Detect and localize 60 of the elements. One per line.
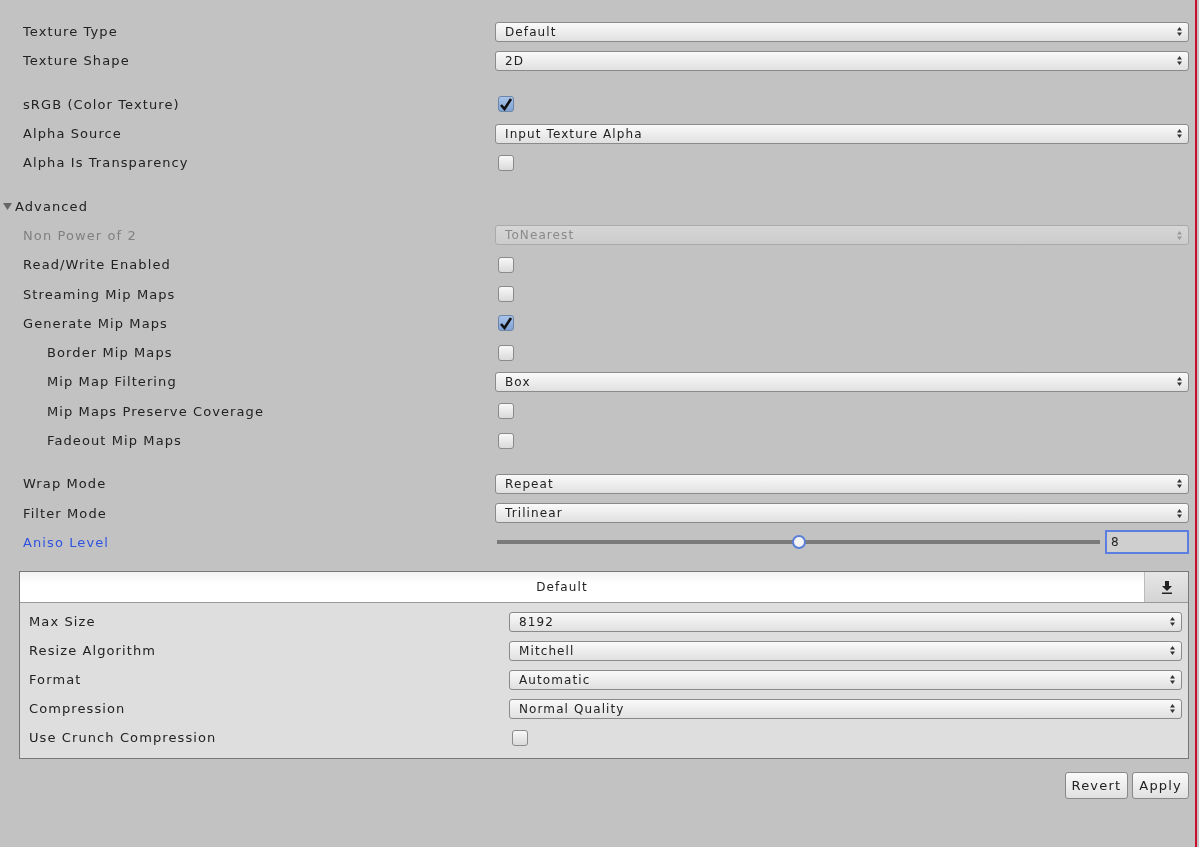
dropdown[interactable]: Repeat <box>495 473 1189 494</box>
dropdown[interactable]: Mitchell <box>509 640 1182 661</box>
field-label: Wrap Mode <box>23 476 107 492</box>
triangle-icon <box>3 201 12 211</box>
field-label: Mip Maps Preserve Coverage <box>47 403 265 419</box>
dropdown[interactable]: 2D <box>495 50 1189 71</box>
checkbox[interactable] <box>498 432 514 449</box>
up-down-arrow-icon <box>1177 377 1182 387</box>
up-down-arrow-icon <box>1170 646 1175 656</box>
checkbox[interactable] <box>498 96 514 113</box>
download-button[interactable] <box>1144 572 1188 603</box>
dropdown[interactable]: Normal Quality <box>509 698 1182 719</box>
dropdown[interactable]: Automatic <box>509 669 1182 690</box>
dropdown[interactable]: Input Texture Alpha <box>495 123 1189 144</box>
field-label: Alpha Source <box>23 126 122 142</box>
dropdown[interactable]: Box <box>495 371 1189 392</box>
up-down-arrow-icon <box>1170 617 1175 627</box>
action-button[interactable]: Apply <box>1132 772 1189 800</box>
slider-thumb[interactable] <box>791 535 806 550</box>
checkbox[interactable] <box>498 256 514 273</box>
field-label: Format <box>29 672 82 688</box>
up-down-arrow-icon <box>1170 704 1175 714</box>
up-down-arrow-icon <box>1177 230 1182 240</box>
up-down-arrow-icon <box>1177 27 1182 37</box>
field-label: Advanced <box>15 198 88 214</box>
up-down-arrow-icon <box>1177 56 1182 66</box>
field-label: Alpha Is Transparency <box>23 155 189 171</box>
field-label: Border Mip Maps <box>47 345 173 361</box>
up-down-arrow-icon <box>1177 508 1182 518</box>
up-down-arrow-icon <box>1177 479 1182 489</box>
dropdown[interactable]: Default <box>495 21 1189 42</box>
field-label: Streaming Mip Maps <box>23 286 176 302</box>
field-label: Generate Mip Maps <box>23 315 168 331</box>
field-label: Compression <box>29 701 126 717</box>
number-field[interactable]: 8 <box>1105 530 1189 555</box>
action-button[interactable]: Revert <box>1064 772 1129 800</box>
field-label: Use Crunch Compression <box>29 730 217 746</box>
down-arrow-icon <box>1160 580 1173 594</box>
field-label: Mip Map Filtering <box>47 374 177 390</box>
field-label: Filter Mode <box>23 505 107 521</box>
field-label: Non Power of 2 <box>23 227 137 243</box>
field-label: Texture Shape <box>23 53 130 69</box>
checkbox[interactable] <box>498 286 514 302</box>
field-label: Resize Algorithm <box>29 643 157 659</box>
checkbox[interactable] <box>498 315 514 332</box>
checkbox[interactable] <box>498 344 514 361</box>
checkbox[interactable] <box>498 154 514 171</box>
field-label: Texture Type <box>23 24 118 40</box>
up-down-arrow-icon <box>1170 675 1175 685</box>
checkbox[interactable] <box>498 403 514 420</box>
field-label: Max Size <box>29 614 96 630</box>
field-label: Aniso Level <box>23 534 110 550</box>
dropdown[interactable]: Trilinear <box>495 503 1189 524</box>
checkbox[interactable] <box>512 729 528 746</box>
advanced-foldout[interactable]: Advanced <box>0 198 495 214</box>
field-label: sRGB (Color Texture) <box>23 96 180 112</box>
field-label: Read/Write Enabled <box>23 257 171 273</box>
dropdown[interactable]: 8192 <box>509 611 1182 632</box>
up-down-arrow-icon <box>1177 129 1182 139</box>
field-label: Fadeout Mip Maps <box>47 433 182 448</box>
